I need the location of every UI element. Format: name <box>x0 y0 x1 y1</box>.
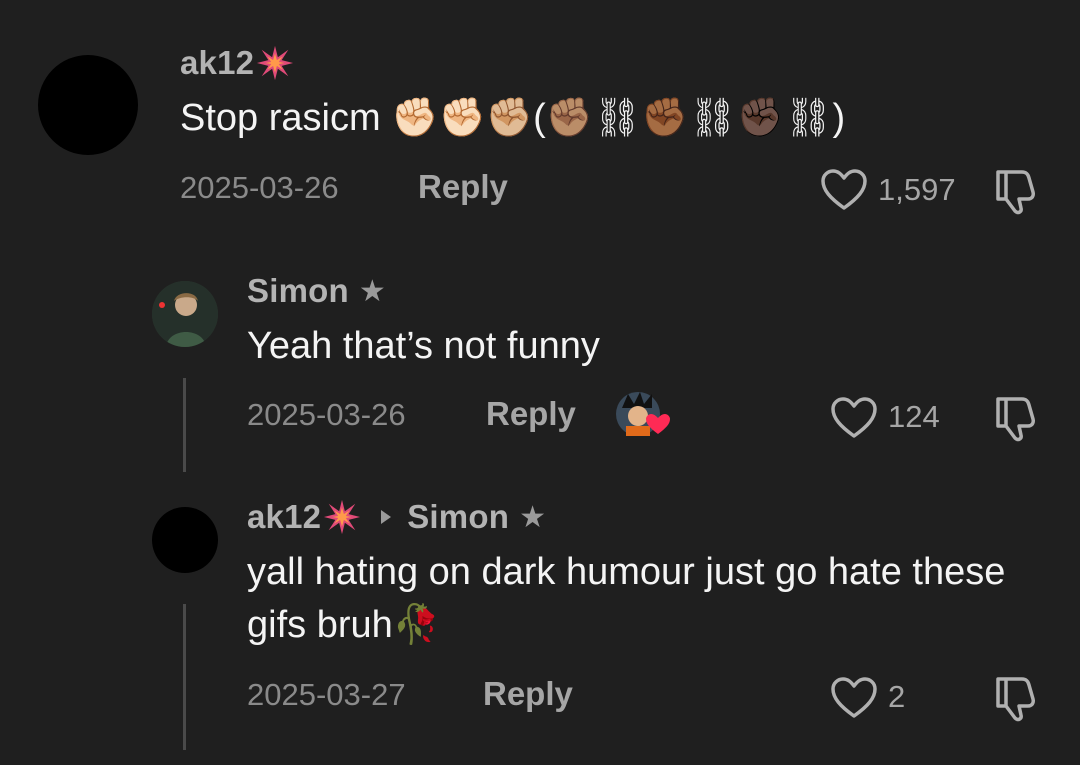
like-count: 2 <box>888 679 906 714</box>
star-icon: ★ <box>358 274 386 308</box>
reply-to-username[interactable]: Simon <box>407 498 509 536</box>
burst-icon <box>256 44 294 82</box>
comment-1-header: ak12 <box>180 44 294 82</box>
comment-2-header: Simon ★ <box>247 272 386 310</box>
avatar[interactable] <box>38 55 138 155</box>
username[interactable]: ak12 <box>180 44 254 82</box>
dislike-icon[interactable] <box>992 393 1040 443</box>
username[interactable]: ak12 <box>247 498 321 536</box>
avatar[interactable] <box>152 507 218 573</box>
heart-icon[interactable] <box>830 676 878 720</box>
avatar[interactable] <box>152 281 218 347</box>
comment-date: 2025-03-26 <box>180 170 339 205</box>
username[interactable]: Simon <box>247 272 349 310</box>
thread-line <box>183 604 186 750</box>
reply-arrow-icon <box>379 508 393 526</box>
dislike-icon[interactable] <box>992 673 1040 723</box>
burst-icon <box>323 498 361 536</box>
comment-text: Yeah that’s not funny <box>247 325 600 367</box>
comment-text: yall hating on dark humour just go hate … <box>247 551 1006 646</box>
like-count: 1,597 <box>878 172 956 207</box>
reply-button[interactable]: Reply <box>483 675 573 713</box>
comment-3-header: ak12 Simon ★ <box>247 498 546 536</box>
reply-button[interactable]: Reply <box>418 168 508 206</box>
star-icon: ★ <box>519 500 546 534</box>
comment-text: Stop rasicm ✊🏻✊🏻✊🏼(✊🏽⛓✊🏾⛓✊🏿⛓) <box>180 97 846 139</box>
like-count: 124 <box>888 399 940 434</box>
dislike-icon[interactable] <box>992 166 1040 216</box>
creator-liked-avatar-icon <box>614 390 670 440</box>
thread-line <box>183 378 186 472</box>
comment-date: 2025-03-27 <box>247 677 406 712</box>
heart-icon[interactable] <box>830 396 878 440</box>
reply-button[interactable]: Reply <box>486 395 576 433</box>
comment-date: 2025-03-26 <box>247 397 406 432</box>
heart-icon[interactable] <box>820 168 868 212</box>
